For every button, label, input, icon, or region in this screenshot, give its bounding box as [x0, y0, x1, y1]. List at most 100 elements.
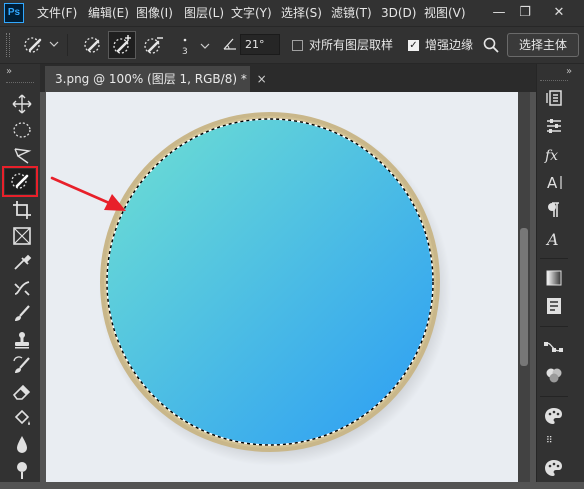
separator: [67, 34, 68, 56]
healing-brush-tool-button[interactable]: [10, 276, 34, 300]
document-tab-title: 3.png @ 100% (图层 1, RGB/8) *: [55, 72, 247, 86]
brush-tool-button[interactable]: [10, 302, 34, 326]
elliptical-marquee-tool-button[interactable]: [10, 118, 34, 142]
tool-preset-picker[interactable]: [20, 34, 60, 60]
chevron-down-icon: [200, 43, 210, 49]
quick-selection-preset-icon: [24, 37, 59, 53]
restore-button[interactable]: ❐: [514, 2, 536, 24]
lasso-tool-button[interactable]: [10, 144, 34, 168]
crop-icon: [13, 201, 31, 219]
swatches-panel-button[interactable]: [541, 404, 567, 428]
properties-panel-button[interactable]: [541, 294, 567, 318]
color-palette-icon: [545, 460, 562, 476]
clone-stamp-icon: [15, 332, 29, 349]
angle-icon: [222, 36, 238, 52]
paths-icon: [544, 342, 563, 352]
menu-image[interactable]: 图像(I): [136, 4, 173, 22]
crop-tool-button[interactable]: [10, 198, 34, 222]
sample-all-layers-label: 对所有图层取样: [309, 38, 394, 52]
new-selection-button[interactable]: [80, 33, 104, 57]
add-to-selection-icon: [113, 35, 131, 54]
document-tab[interactable]: 3.png @ 100% (图层 1, RGB/8) * ×: [45, 66, 267, 92]
photoshop-logo: Ps: [4, 3, 24, 23]
brush-size-value: 3: [182, 47, 188, 57]
subtract-from-selection-icon: [144, 37, 163, 54]
select-subject-button[interactable]: 选择主体: [507, 33, 579, 57]
menu-layer[interactable]: 图层(L): [184, 4, 224, 22]
gradient-icon: [546, 270, 562, 286]
panel-separator: [540, 258, 568, 259]
color-panel-button[interactable]: [541, 456, 567, 480]
canvas[interactable]: [46, 92, 518, 482]
eyedropper-icon: [14, 254, 32, 270]
menu-edit[interactable]: 编辑(E): [88, 4, 129, 22]
paint-bucket-tool-button[interactable]: [10, 406, 34, 430]
close-tab-icon[interactable]: ×: [257, 72, 267, 86]
sample-all-layers-checkbox[interactable]: [292, 40, 303, 51]
channels-panel-button[interactable]: [541, 364, 567, 388]
adjustments-icon: [547, 119, 561, 133]
enhance-edge-label: 增强边缘: [425, 38, 474, 52]
scrollbar-thumb[interactable]: [520, 228, 528, 366]
chevron-down-icon: [49, 41, 59, 47]
subtract-from-selection-button[interactable]: [140, 33, 166, 57]
glyphs-icon: A: [545, 230, 559, 249]
menu-view[interactable]: 视图(V): [424, 4, 466, 22]
panel-separator: [540, 396, 568, 397]
clone-stamp-tool-button[interactable]: [10, 328, 34, 352]
gradient-circle: [107, 119, 433, 445]
minimize-button[interactable]: —: [488, 2, 510, 24]
elliptical-marquee-icon: [13, 122, 31, 138]
collapse-panel-icon[interactable]: »: [566, 66, 572, 77]
move-icon: [12, 94, 32, 114]
styles-fx-button[interactable]: fx: [541, 143, 567, 167]
palette-icon: [545, 408, 562, 424]
history-panel-button[interactable]: [541, 86, 567, 110]
svg-text:A: A: [545, 230, 559, 249]
dodge-icon: [17, 462, 27, 479]
paragraph-panel-button[interactable]: [541, 198, 567, 222]
history-brush-icon: [13, 356, 30, 373]
adjustments-panel-button[interactable]: [541, 114, 567, 138]
menu-type[interactable]: 文字(Y): [231, 4, 272, 22]
fx-icon: fx: [544, 148, 558, 164]
gradients-panel-button[interactable]: [541, 266, 567, 290]
enhance-edge-checkbox[interactable]: ✓: [408, 40, 419, 51]
glyphs-panel-button[interactable]: A: [541, 227, 567, 251]
new-selection-icon: [84, 37, 100, 53]
search-icon[interactable]: [483, 37, 499, 53]
panel-separator: [540, 326, 568, 327]
character-panel-button[interactable]: A: [541, 170, 567, 194]
paths-panel-button[interactable]: [541, 336, 567, 360]
menu-select[interactable]: 选择(S): [281, 4, 322, 22]
menu-filter[interactable]: 滤镜(T): [331, 4, 372, 22]
add-to-selection-button[interactable]: [108, 31, 136, 59]
character-icon: A: [547, 174, 562, 192]
svg-text:A: A: [547, 174, 558, 192]
frame-icon: [13, 227, 31, 245]
paint-bucket-icon: [14, 409, 30, 425]
svg-text:fx: fx: [544, 148, 558, 164]
toolbar-grip: [6, 82, 34, 85]
properties-icon: [547, 298, 561, 314]
angle-input[interactable]: 21°: [240, 34, 280, 55]
blur-icon: [17, 436, 27, 453]
frame-tool-button[interactable]: [10, 224, 34, 248]
tool-highlight-box: [2, 166, 38, 197]
blur-tool-button[interactable]: [10, 432, 34, 456]
menu-file[interactable]: 文件(F): [37, 4, 77, 22]
swatch-grid-icon[interactable]: ⠿: [546, 436, 553, 446]
paragraph-icon: [548, 202, 559, 217]
dodge-tool-button[interactable]: [10, 458, 34, 482]
lasso-icon: [14, 148, 32, 164]
close-window-button[interactable]: ✕: [548, 2, 570, 24]
options-grip[interactable]: [6, 33, 10, 57]
brush-icon: [15, 305, 30, 321]
eyedropper-tool-button[interactable]: [10, 250, 34, 274]
menu-3d[interactable]: 3D(D): [381, 4, 416, 22]
history-brush-tool-button[interactable]: [10, 354, 34, 378]
collapse-toolbar-icon[interactable]: »: [6, 66, 12, 77]
eraser-icon: [12, 384, 31, 400]
move-tool-button[interactable]: [10, 92, 34, 116]
eraser-tool-button[interactable]: [10, 380, 34, 404]
